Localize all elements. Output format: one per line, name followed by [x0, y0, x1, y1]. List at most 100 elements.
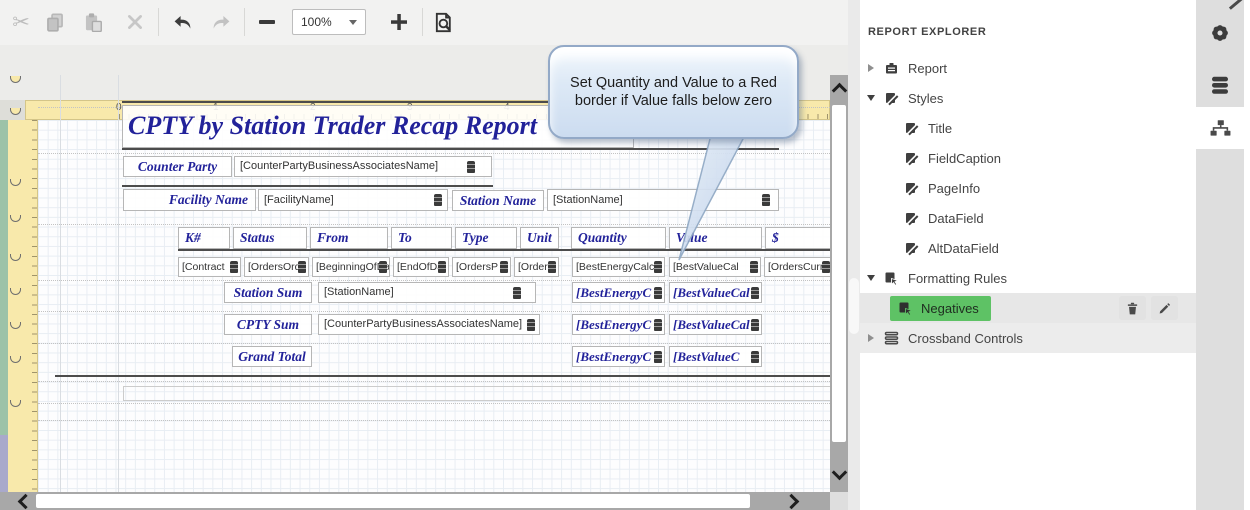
chevron-down-icon[interactable] [867, 275, 875, 281]
copy-button[interactable] [40, 7, 70, 37]
data-field-icon [434, 194, 442, 206]
column-header-unit[interactable]: Unit [520, 227, 559, 249]
negatives-selection-highlight: Negatives [890, 296, 991, 321]
rule-line[interactable] [178, 249, 833, 251]
zoom-level-select[interactable]: 100% [292, 9, 366, 35]
style-icon [884, 91, 899, 106]
facility-caption-text: Facility Name [169, 192, 248, 207]
facility-name-field[interactable]: [FacilityName] [258, 189, 448, 211]
data-field-icon [751, 287, 759, 299]
panel-splitter-handle[interactable] [849, 278, 859, 334]
tree-item-label: FieldCaption [928, 151, 1001, 166]
chevron-down-icon[interactable] [867, 95, 875, 101]
column-header-from[interactable]: From [310, 227, 388, 249]
chevron-down-icon [349, 20, 357, 25]
column-header-text: $ [772, 230, 779, 245]
data-field-icon [654, 319, 662, 331]
detail-field-best-energy[interactable]: [BestEnergyCalc [572, 257, 665, 277]
scroll-right-icon[interactable] [784, 494, 800, 510]
field-list-tab-button[interactable] [1196, 64, 1244, 106]
cpty-sum-energy-field[interactable]: [BestEnergyC [572, 314, 665, 335]
column-header-type[interactable]: Type [455, 227, 517, 249]
vertical-scrollbar-thumb[interactable] [832, 105, 846, 442]
tree-item-label: DataField [928, 211, 984, 226]
column-header-value[interactable]: Value [669, 227, 762, 249]
station-sum-field[interactable]: [StationName] [318, 282, 536, 303]
detail-field-order[interactable]: [Order [514, 257, 559, 277]
facility-field-text: [FacilityName] [264, 194, 334, 206]
zoom-out-button[interactable] [252, 7, 282, 37]
station-sum-energy-field[interactable]: [BestEnergyC [572, 282, 665, 303]
tree-item-negatives[interactable]: Negatives [860, 293, 1196, 323]
counter-party-caption[interactable]: Counter Party [123, 156, 232, 177]
detail-field-best-value[interactable]: [BestValueCal [669, 257, 761, 277]
station-name-field[interactable]: [StationName] [547, 189, 779, 211]
tree-item-altdatafield-style[interactable]: AltDataField [860, 233, 1196, 263]
station-sum-value-field[interactable]: [BestValueCal [669, 282, 762, 303]
band-separator [38, 153, 830, 154]
rule-line[interactable] [122, 185, 493, 187]
rule-line[interactable] [122, 148, 779, 150]
cpty-sum-field[interactable]: [CounterPartyBusinessAssociatesName] [318, 314, 540, 335]
cut-button[interactable]: ✂ [6, 7, 36, 37]
detail-field-end-date[interactable]: [EndOfDat [393, 257, 449, 277]
facility-name-caption[interactable]: Facility Name [123, 189, 256, 211]
paste-button[interactable] [78, 7, 108, 37]
column-header-quantity[interactable]: Quantity [571, 227, 666, 249]
crossband-icon [884, 331, 899, 346]
panel-splitter[interactable] [848, 0, 860, 510]
station-name-caption[interactable]: Station Name [452, 190, 544, 211]
sum-field-text: [BestEnergyC [576, 285, 651, 300]
report-designer-app: ✂ [0, 0, 1250, 510]
delete-button[interactable] [120, 7, 150, 37]
vertical-scrollbar[interactable] [830, 75, 848, 492]
rule-line[interactable] [55, 375, 833, 377]
column-header-status[interactable]: Status [233, 227, 307, 249]
chevron-right-icon[interactable] [868, 64, 874, 72]
data-field-icon [751, 351, 759, 363]
properties-tab-button[interactable] [1196, 12, 1244, 54]
band-separator [38, 343, 830, 344]
grand-total-value-field[interactable]: [BestValueC [669, 346, 762, 367]
cpty-sum-value-field[interactable]: [BestValueCal [669, 314, 762, 335]
zoom-in-button[interactable] [384, 7, 414, 37]
tree-item-report[interactable]: Report [860, 53, 1196, 83]
column-header-currency[interactable]: $ [765, 227, 832, 249]
redo-button[interactable] [206, 7, 236, 37]
detail-field-beginning-date[interactable]: [BeginningOfDa [312, 257, 390, 277]
chevron-right-icon[interactable] [868, 334, 874, 342]
scroll-up-icon[interactable] [832, 83, 848, 99]
detail-field-contract[interactable]: [Contract [178, 257, 241, 277]
detail-field-text: [OrdersP [456, 261, 498, 273]
delete-rule-button[interactable] [1119, 296, 1146, 320]
band-separator [38, 224, 830, 225]
edit-rule-button[interactable] [1151, 296, 1178, 320]
grand-total-energy-field[interactable]: [BestEnergyC [572, 346, 665, 367]
station-sum-caption[interactable]: Station Sum [224, 282, 312, 303]
tree-item-datafield-style[interactable]: DataField [860, 203, 1196, 233]
scroll-down-icon[interactable] [832, 465, 848, 481]
undo-button[interactable] [168, 7, 198, 37]
detail-field-orders-ord[interactable]: [OrdersOrd [244, 257, 309, 277]
tree-item-fieldcaption-style[interactable]: FieldCaption [860, 143, 1196, 173]
column-header-k[interactable]: K# [178, 227, 230, 249]
toolbar-separator [244, 8, 245, 36]
tree-item-pageinfo-style[interactable]: PageInfo [860, 173, 1196, 203]
detail-field-text: [Contract [182, 261, 225, 273]
detail-field-orders-p[interactable]: [OrdersP [452, 257, 511, 277]
tree-item-formatting-rules[interactable]: Formatting Rules [860, 263, 1196, 293]
horizontal-scrollbar[interactable] [0, 492, 848, 510]
preview-button[interactable] [428, 7, 458, 37]
detail-field-orders-currency[interactable]: [OrdersCurre [764, 257, 833, 277]
scroll-left-icon[interactable] [18, 494, 34, 510]
tree-item-crossband-controls[interactable]: Crossband Controls [860, 323, 1196, 353]
tree-item-styles[interactable]: Styles [860, 83, 1196, 113]
horizontal-scrollbar-thumb[interactable] [36, 494, 750, 508]
cpty-sum-caption[interactable]: CPTY Sum [224, 314, 312, 335]
column-header-to[interactable]: To [391, 227, 452, 249]
report-explorer-tab-button[interactable] [1196, 107, 1244, 149]
footer-band-box[interactable] [123, 386, 833, 401]
tree-item-title-style[interactable]: Title [860, 113, 1196, 143]
grand-total-caption[interactable]: Grand Total [232, 346, 312, 367]
counter-party-field[interactable]: [CounterPartyBusinessAssociatesName] [234, 156, 492, 177]
